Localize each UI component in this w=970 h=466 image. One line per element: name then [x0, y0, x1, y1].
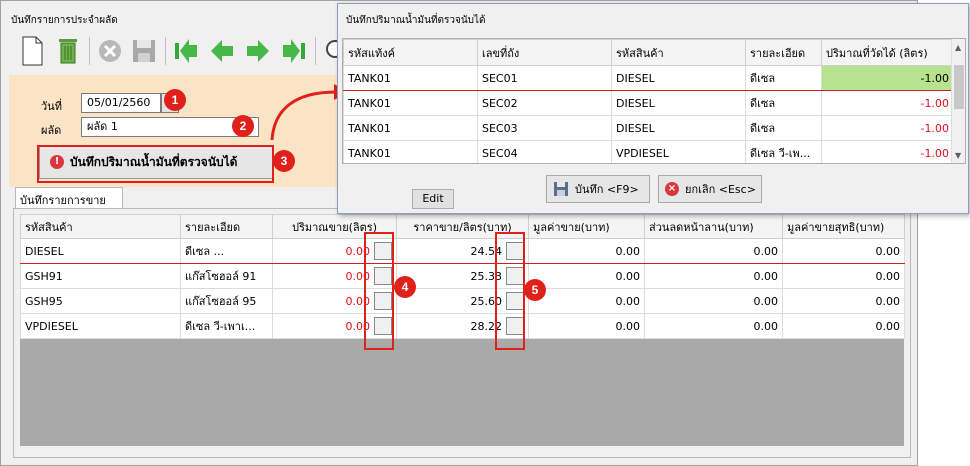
column-header[interactable]: เลขที่ถัง [477, 39, 612, 66]
fuel-count-dialog: บันทึกปริมาณน้ำมันที่ตรวจนับได้ รหัสแท้ง… [337, 3, 969, 214]
net-value: 0.00 [782, 238, 905, 264]
sale-value: 0.00 [528, 238, 645, 264]
highlight-box-qty-icons [364, 232, 394, 350]
measured-qty[interactable]: -1.00 [821, 90, 954, 116]
tank-code: TANK01 [343, 65, 478, 91]
table-row[interactable]: GSH95 แก๊สโซฮอล์ 95 0.00 25.60 0.00 0.00… [20, 288, 905, 314]
product-desc: แก๊สโซฮอล์ 91 [180, 263, 273, 289]
table-row[interactable]: TANK01 SEC02 DIESEL ดีเซล -1.00 [343, 90, 954, 116]
first-icon[interactable] [171, 35, 201, 67]
next-icon[interactable] [243, 35, 273, 67]
date-field[interactable]: 05/01/2560 [81, 93, 161, 113]
callout-badge-2: 2 [232, 115, 254, 137]
column-header[interactable]: รายละเอียด [180, 214, 273, 239]
discount-value: 0.00 [644, 238, 783, 264]
discount-value: 0.00 [644, 288, 783, 314]
highlight-box-record [37, 145, 274, 183]
scroll-down-icon[interactable]: ▼ [955, 151, 961, 160]
product-desc: ดีเซล [745, 65, 822, 91]
product-code: DIESEL [611, 65, 746, 91]
callout-badge-5: 5 [524, 279, 546, 301]
product-code: GSH91 [20, 263, 181, 289]
product-code: DIESEL [20, 238, 181, 264]
tab-sales[interactable]: บันทึกรายการขาย [15, 187, 123, 209]
net-value: 0.00 [782, 288, 905, 314]
date-label: วันที่ [41, 100, 62, 113]
product-code: DIESEL [611, 115, 746, 141]
tank-code: TANK01 [343, 115, 478, 141]
tank-grid: รหัสแท้งค์ เลขที่ถัง รหัสสินค้า รายละเอี… [342, 38, 966, 164]
callout-badge-4: 4 [394, 276, 416, 298]
table-row[interactable]: GSH91 แก๊สโซฮอล์ 91 0.00 25.33 0.00 0.00… [20, 263, 905, 289]
product-desc: ดีเซล [745, 115, 822, 141]
product-code: DIESEL [611, 90, 746, 116]
table-row[interactable]: VPDIESEL ดีเซล วี-เพาเ... 0.00 28.22 0.0… [20, 313, 905, 339]
shift-label: ผลัด [41, 124, 62, 137]
table-row[interactable]: DIESEL ดีเซล ... 0.00 24.54 0.00 0.00 0.… [20, 238, 905, 264]
product-code: VPDIESEL [611, 140, 746, 163]
table-row[interactable]: TANK01 SEC01 DIESEL ดีเซล -1.00 [343, 65, 954, 91]
edit-button[interactable]: Edit [412, 189, 454, 209]
measured-qty-input[interactable]: -1.00 [821, 65, 954, 91]
dialog-title: บันทึกปริมาณน้ำมันที่ตรวจนับได้ [346, 15, 486, 26]
tank-code: TANK01 [343, 90, 478, 116]
table-row[interactable]: TANK01 SEC03 DIESEL ดีเซล -1.00 [343, 115, 954, 141]
column-header[interactable]: รหัสแท้งค์ [343, 39, 478, 66]
sales-grid: รหัสสินค้า รายละเอียด ปริมาณขาย(ลิตร) รา… [20, 214, 905, 446]
scroll-up-icon[interactable]: ▲ [955, 43, 961, 52]
table-row[interactable]: TANK01 SEC04 VPDIESEL ดีเซล วี-เพ... -1.… [343, 140, 954, 163]
product-desc: ดีเซล วี-เพาเ... [180, 313, 273, 339]
sale-value: 0.00 [528, 288, 645, 314]
cancel-icon[interactable] [95, 35, 125, 67]
cancel-button-label: ยกเลิก <Esc> [685, 183, 756, 196]
net-value: 0.00 [782, 313, 905, 339]
new-document-icon[interactable] [17, 35, 47, 67]
discount-value: 0.00 [644, 313, 783, 339]
product-desc: แก๊สโซฮอล์ 95 [180, 288, 273, 314]
scroll-thumb[interactable] [954, 65, 964, 109]
measured-qty[interactable]: -1.00 [821, 140, 954, 163]
window-title: บันทึกรายการประจำผลัด [11, 15, 118, 26]
net-value: 0.00 [782, 263, 905, 289]
column-header[interactable]: มูลค่าขายสุทธิ(บาท) [782, 214, 905, 239]
product-code: GSH95 [20, 288, 181, 314]
cancel-icon: × [665, 182, 679, 196]
product-desc: ดีเซล ... [180, 238, 273, 264]
column-header[interactable]: รายละเอียด [745, 39, 822, 66]
cancel-button[interactable]: × ยกเลิก <Esc> [658, 175, 762, 203]
column-header[interactable]: มูลค่าขาย(บาท) [528, 214, 645, 239]
measured-qty[interactable]: -1.00 [821, 115, 954, 141]
save-icon[interactable] [129, 35, 159, 67]
callout-badge-3: 3 [273, 150, 295, 172]
section-no: SEC01 [477, 65, 612, 91]
sale-value: 0.00 [528, 313, 645, 339]
save-button-label: บันทึก <F9> [575, 183, 639, 196]
save-button[interactable]: บันทึก <F9> [546, 175, 650, 203]
highlight-box-price-icons [495, 232, 525, 350]
save-icon [554, 182, 568, 196]
trash-icon[interactable] [53, 35, 83, 67]
section-no: SEC02 [477, 90, 612, 116]
product-desc: ดีเซล วี-เพ... [745, 140, 822, 163]
section-no: SEC04 [477, 140, 612, 163]
column-header[interactable]: ส่วนลดหน้าลาน(บาท) [644, 214, 783, 239]
section-no: SEC03 [477, 115, 612, 141]
column-header[interactable]: รหัสสินค้า [611, 39, 746, 66]
toolbar [9, 31, 344, 71]
vertical-scrollbar[interactable]: ▲ ▼ [951, 39, 965, 163]
callout-badge-1: 1 [164, 89, 186, 111]
column-header[interactable]: รหัสสินค้า [20, 214, 181, 239]
product-desc: ดีเซล [745, 90, 822, 116]
product-code: VPDIESEL [20, 313, 181, 339]
sales-table: รหัสสินค้า รายละเอียด ปริมาณขาย(ลิตร) รา… [20, 214, 905, 339]
sales-panel: รหัสสินค้า รายละเอียด ปริมาณขาย(ลิตร) รา… [13, 208, 911, 458]
discount-value: 0.00 [644, 263, 783, 289]
tank-table: รหัสแท้งค์ เลขที่ถัง รหัสสินค้า รายละเอี… [343, 39, 954, 163]
last-icon[interactable] [279, 35, 309, 67]
tank-code: TANK01 [343, 140, 478, 163]
previous-icon[interactable] [207, 35, 237, 67]
column-header[interactable]: ปริมาณที่วัดได้ (ลิตร) [821, 39, 954, 66]
sale-value: 0.00 [528, 263, 645, 289]
